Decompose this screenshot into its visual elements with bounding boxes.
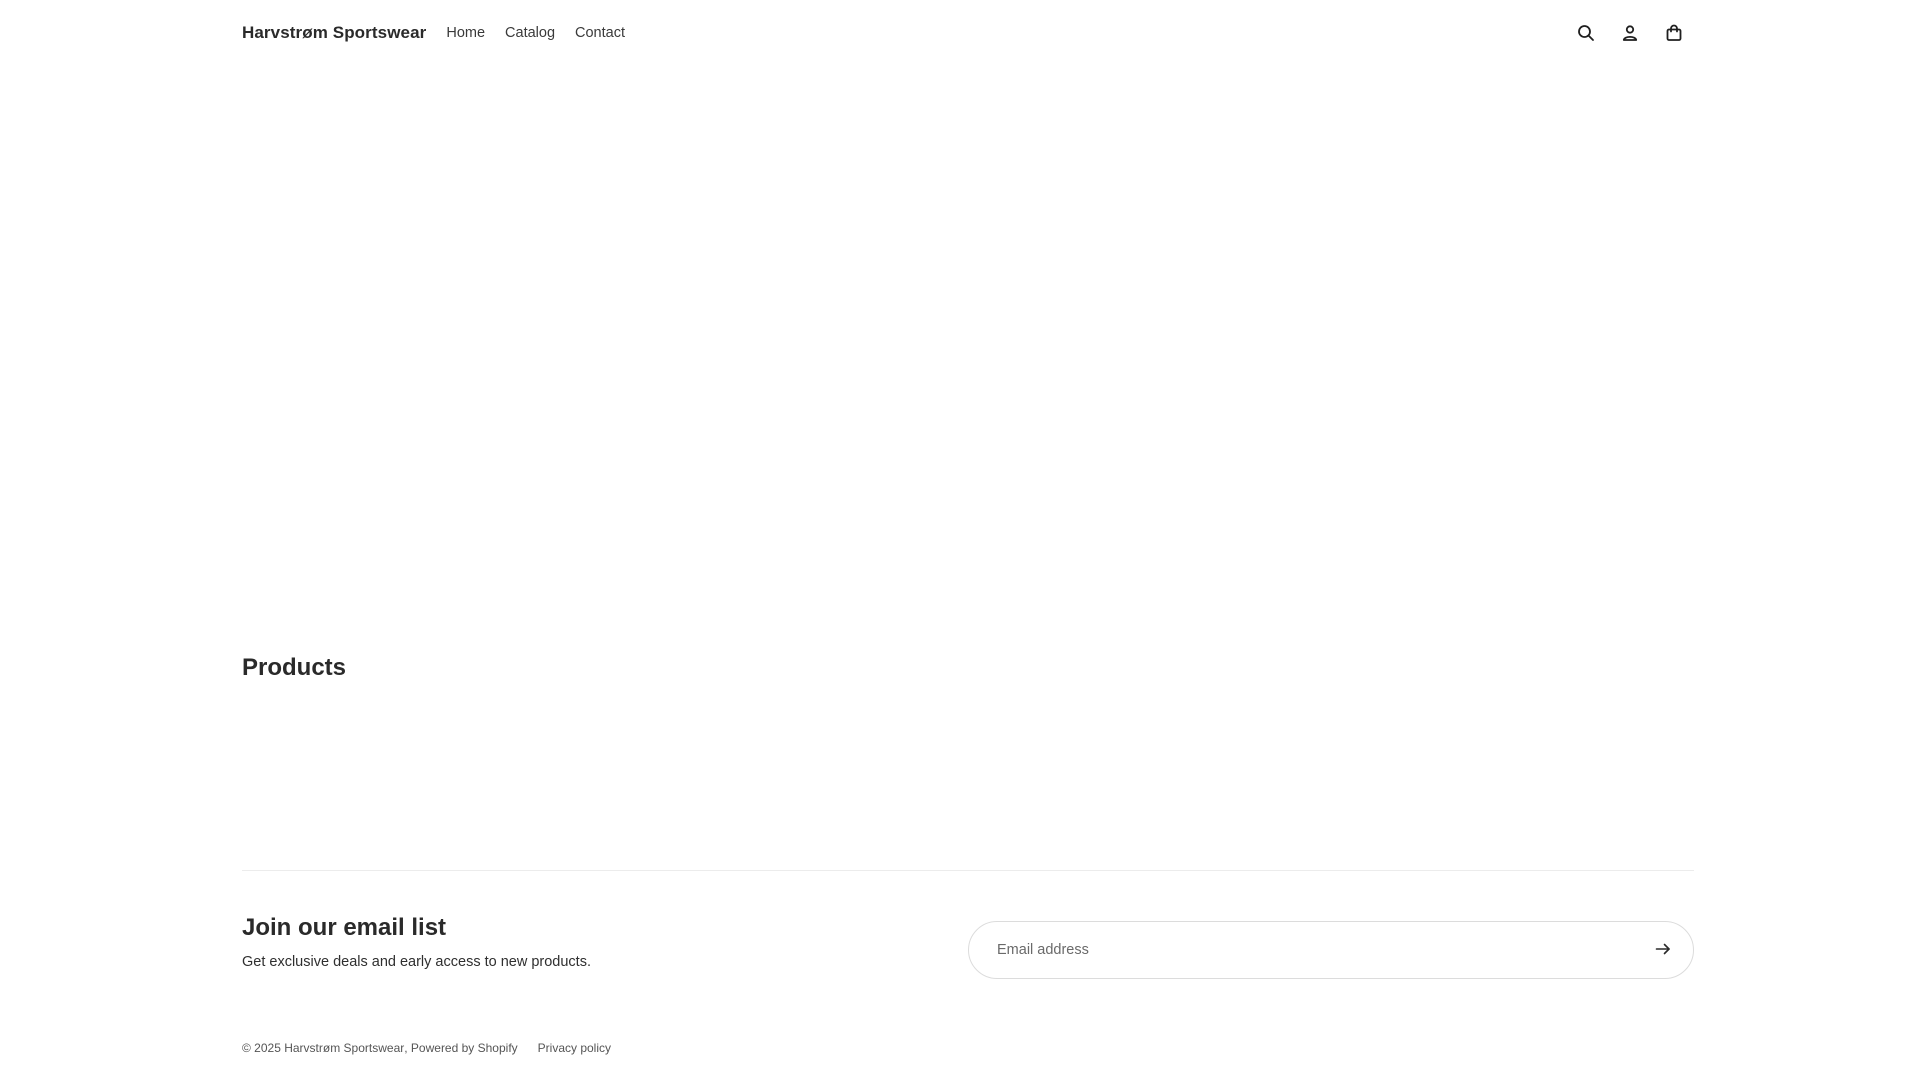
nav-home[interactable]: Home bbox=[446, 25, 485, 41]
powered-by-link[interactable]: Powered by Shopify bbox=[411, 1041, 518, 1055]
nav-catalog[interactable]: Catalog bbox=[505, 25, 555, 41]
account-icon bbox=[1621, 24, 1639, 42]
cart-icon bbox=[1665, 24, 1683, 42]
copyright-prefix: © 2025 bbox=[242, 1041, 281, 1055]
privacy-policy-link[interactable]: Privacy policy bbox=[538, 1041, 611, 1055]
footer-brand-link[interactable]: Harvstrøm Sportswear bbox=[284, 1041, 404, 1055]
header-icons bbox=[1554, 21, 1694, 45]
email-input[interactable] bbox=[997, 942, 1649, 958]
newsletter-text: Join our email list Get exclusive deals … bbox=[242, 914, 942, 970]
newsletter-subtitle: Get exclusive deals and early access to … bbox=[242, 954, 591, 970]
site-header: Harvstrøm Sportswear Home Catalog Contac… bbox=[242, 0, 1694, 66]
arrow-right-icon bbox=[1654, 940, 1672, 961]
cart-button[interactable] bbox=[1662, 21, 1686, 45]
search-icon bbox=[1577, 24, 1595, 42]
newsletter-form bbox=[968, 921, 1694, 979]
brand-logo-link[interactable]: Harvstrøm Sportswear bbox=[242, 23, 426, 43]
footer-divider bbox=[242, 870, 1694, 871]
site-footer: © 2025 Harvstrøm Sportswear, Powered by … bbox=[242, 1041, 612, 1055]
main-nav: Home Catalog Contact bbox=[446, 25, 645, 41]
newsletter-heading: Join our email list bbox=[242, 914, 447, 941]
header-left: Harvstrøm Sportswear Home Catalog Contac… bbox=[242, 23, 645, 43]
account-button[interactable] bbox=[1618, 21, 1642, 45]
subscribe-button[interactable] bbox=[1649, 936, 1677, 964]
nav-contact[interactable]: Contact bbox=[575, 25, 625, 41]
search-button[interactable] bbox=[1574, 21, 1598, 45]
products-heading: Products bbox=[242, 654, 347, 681]
page: Harvstrøm Sportswear Home Catalog Contac… bbox=[0, 0, 1920, 1080]
